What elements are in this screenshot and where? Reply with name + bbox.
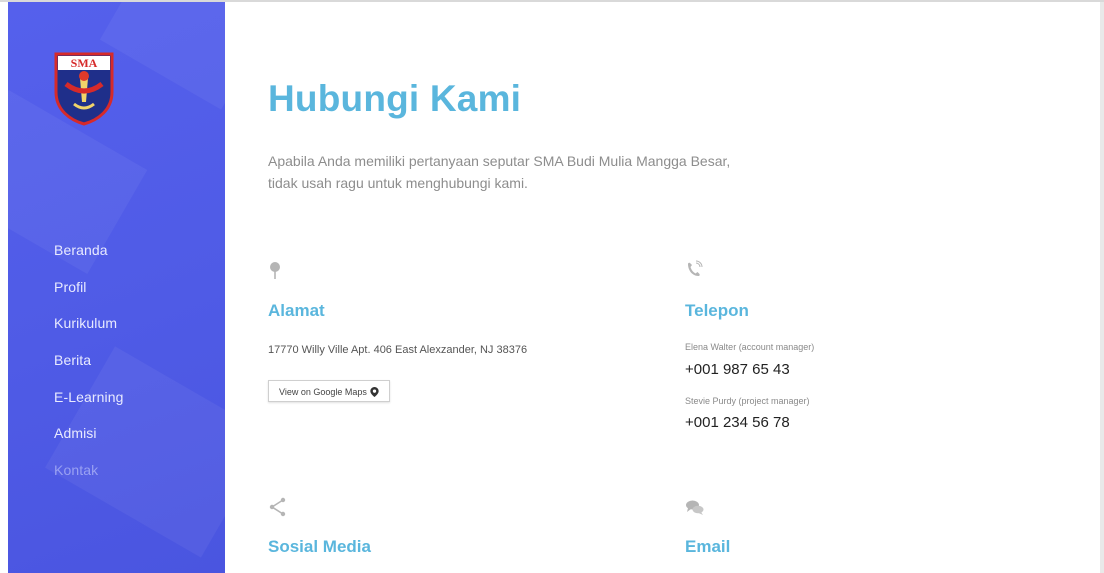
nav-item-berita[interactable]: Berita xyxy=(54,349,124,386)
map-pin-icon xyxy=(270,262,280,279)
phone-icon xyxy=(688,260,703,276)
nav-item-elearning[interactable]: E-Learning xyxy=(54,386,124,423)
page-title: Hubungi Kami xyxy=(268,78,522,119)
nav-item-admisi[interactable]: Admisi xyxy=(54,422,124,459)
intro-text: Apabila Anda memiliki pertanyaan seputar… xyxy=(268,150,868,194)
intro-line: Apabila Anda memiliki pertanyaan seputar… xyxy=(268,153,731,169)
google-maps-button[interactable]: View on Google Maps xyxy=(268,380,390,402)
scrollbar[interactable] xyxy=(1100,2,1104,573)
school-logo[interactable]: SMA xyxy=(52,50,116,126)
sidebar: SMA Beranda Profil Kurikulum Berita E-Le… xyxy=(8,2,225,573)
telepon-section: Telepon xyxy=(685,260,749,321)
sidebar-decoration xyxy=(99,2,225,110)
contact-phone[interactable]: +001 234 56 78 xyxy=(685,414,790,431)
nav-item-kurikulum[interactable]: Kurikulum xyxy=(54,312,124,349)
nav-item-profil[interactable]: Profil xyxy=(54,276,124,313)
sosial-media-section: Sosial Media xyxy=(268,497,371,557)
map-marker-icon xyxy=(370,387,379,397)
address-text: 17770 Willy Ville Apt. 406 East Alexzand… xyxy=(268,344,528,356)
email-heading: Email xyxy=(685,537,731,556)
contact-name: Stevie Purdy (project manager) xyxy=(685,396,810,406)
alamat-heading: Alamat xyxy=(268,301,325,320)
telepon-heading: Telepon xyxy=(685,301,749,320)
sosial-media-heading: Sosial Media xyxy=(268,537,371,556)
main-content: Hubungi Kami Apabila Anda memiliki perta… xyxy=(268,0,1088,573)
logo-text: SMA xyxy=(71,56,98,70)
intro-line: tidak usah ragu untuk menghubungi kami. xyxy=(268,175,528,191)
main-nav: Beranda Profil Kurikulum Berita E-Learni… xyxy=(54,239,124,496)
contact-phone[interactable]: +001 987 65 43 xyxy=(685,361,790,378)
email-section: Email xyxy=(685,497,730,557)
google-maps-button-label: View on Google Maps xyxy=(279,387,367,397)
nav-item-kontak[interactable]: Kontak xyxy=(54,459,124,496)
contact-name: Elena Walter (account manager) xyxy=(685,342,815,352)
share-icon xyxy=(269,497,286,517)
page: SMA Beranda Profil Kurikulum Berita E-Le… xyxy=(0,0,1104,573)
alamat-section: Alamat xyxy=(268,260,325,321)
nav-item-beranda[interactable]: Beranda xyxy=(54,239,124,276)
chat-bubbles-icon xyxy=(686,500,704,515)
